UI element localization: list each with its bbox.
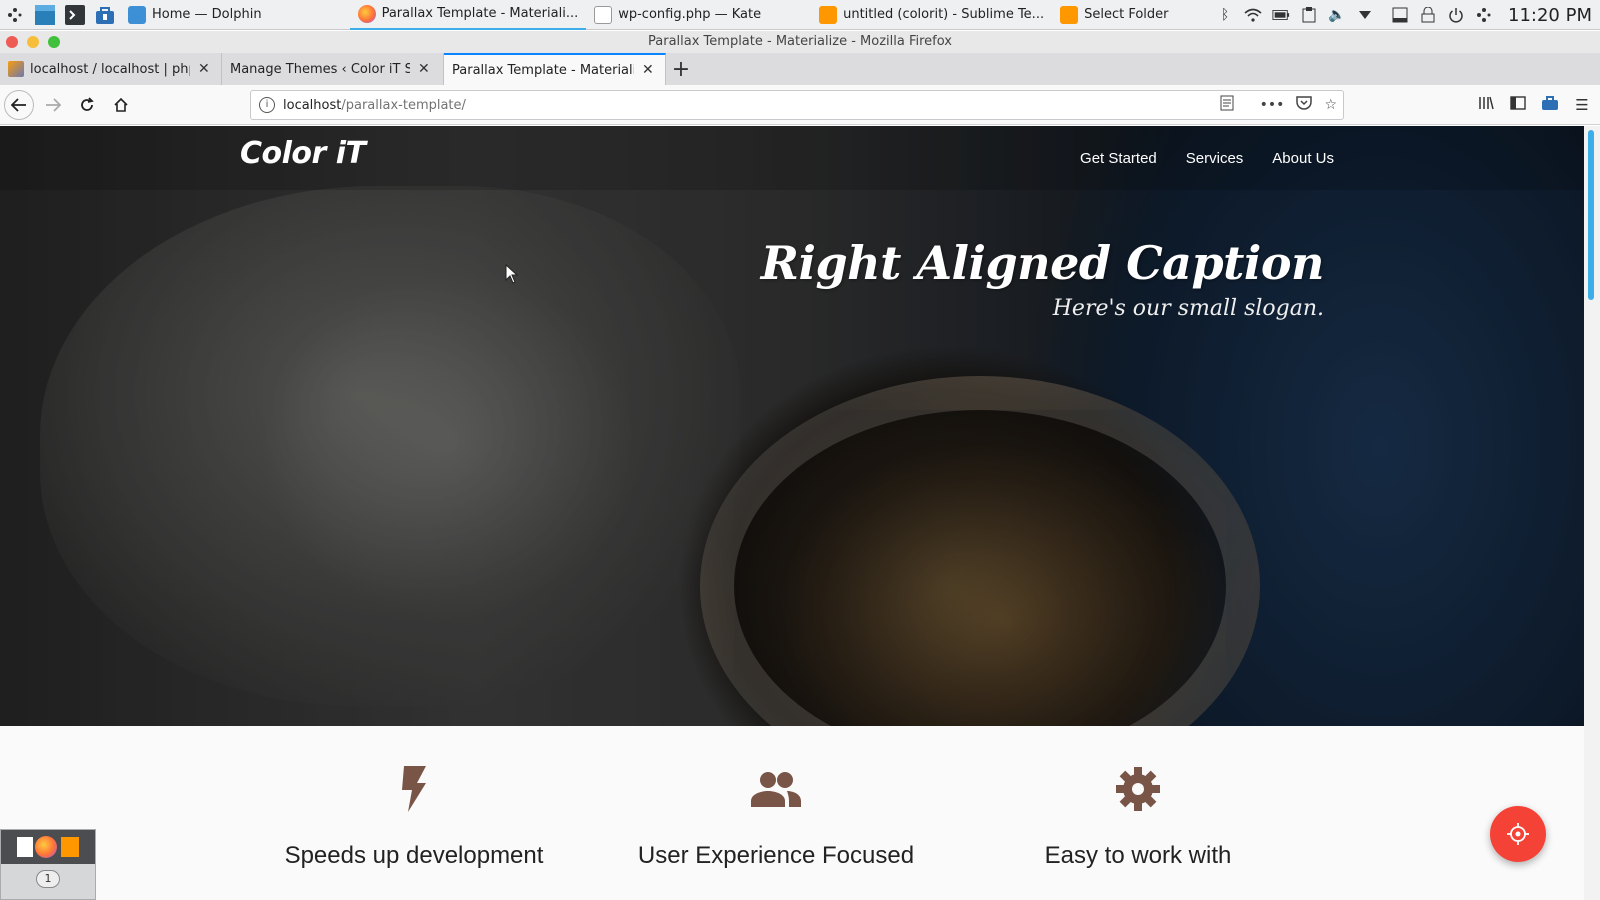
task-select-folder[interactable]: Select Folder xyxy=(1052,0,1176,30)
page-viewport: Color iT Get Started Services About Us R… xyxy=(0,126,1584,900)
task-firefox[interactable]: Parallax Template - Materiali... xyxy=(349,0,587,30)
firefox-icon xyxy=(35,836,57,858)
features-section: Speeds up development User Experience Fo… xyxy=(0,726,1584,900)
kde-taskbar: Home — Dolphin Parallax Template - Mater… xyxy=(0,0,1600,30)
pocket-icon[interactable] xyxy=(1296,96,1313,114)
volume-icon[interactable]: 🔈 xyxy=(1328,6,1346,24)
caption-title: Right Aligned Caption xyxy=(760,236,1325,290)
sublime-icon xyxy=(1060,5,1079,24)
phpmyadmin-icon xyxy=(8,61,24,77)
tray-expand-icon[interactable] xyxy=(1356,6,1374,24)
minimize-window-button[interactable] xyxy=(27,36,39,48)
sidebar-toggle-icon[interactable] xyxy=(1502,96,1534,114)
url-text[interactable]: localhost/parallax-template/ xyxy=(283,98,466,113)
extension-icon[interactable] xyxy=(1534,95,1566,115)
power-icon[interactable] xyxy=(1447,6,1465,24)
folder-icon xyxy=(128,5,146,24)
floating-action-button[interactable] xyxy=(1490,806,1546,862)
reader-view-icon[interactable] xyxy=(1220,95,1234,115)
settings-icon xyxy=(1116,767,1160,811)
task-dolphin[interactable]: Home — Dolphin xyxy=(120,0,270,30)
bookmark-star-icon[interactable]: ☆ xyxy=(1324,97,1337,113)
sublime-icon xyxy=(61,837,79,857)
tab-strip: localhost / localhost | phpM ✕ Manage Th… xyxy=(0,53,1600,85)
close-tab-icon[interactable]: ✕ xyxy=(642,62,654,78)
discover-icon[interactable] xyxy=(94,4,116,26)
feature-easy: Easy to work with xyxy=(958,764,1318,870)
nav-services[interactable]: Services xyxy=(1186,150,1244,167)
flash-icon xyxy=(402,766,426,812)
window-controls xyxy=(6,36,69,48)
tab-parallax-template[interactable]: Parallax Template - Materialize ✕ xyxy=(444,53,666,85)
terminal-icon[interactable] xyxy=(64,4,86,26)
feature-speed: Speeds up development xyxy=(234,764,594,870)
clock[interactable]: 11:20 PM xyxy=(1508,5,1592,26)
site-menu: Get Started Services About Us xyxy=(1051,126,1334,190)
parallax-hero: Color iT Get Started Services About Us R… xyxy=(0,126,1584,726)
mouse-cursor-icon xyxy=(505,264,519,284)
task-kate[interactable]: wp-config.php — Kate xyxy=(586,0,769,30)
site-info-icon[interactable]: i xyxy=(259,97,275,113)
navigation-toolbar: i localhost/parallax-template/ ••• ☆ ☰ xyxy=(0,85,1600,125)
hero-caption: Right Aligned Caption Here's our small s… xyxy=(760,236,1325,321)
battery-icon[interactable] xyxy=(1272,6,1290,24)
maximize-window-button[interactable] xyxy=(48,36,60,48)
home-button[interactable] xyxy=(106,90,136,120)
show-desktop-icon[interactable] xyxy=(34,4,56,26)
wifi-icon[interactable] xyxy=(1244,6,1262,24)
site-navbar: Color iT Get Started Services About Us xyxy=(0,126,1584,190)
site-logo[interactable]: Color iT xyxy=(240,136,366,171)
forward-button[interactable] xyxy=(38,90,68,120)
scrollbar-thumb[interactable] xyxy=(1588,130,1594,300)
task-sublime[interactable]: untitled (colorit) - Sublime Te... xyxy=(811,0,1052,30)
group-icon xyxy=(751,772,801,807)
reload-button[interactable] xyxy=(72,90,102,120)
sublime-icon xyxy=(819,5,838,24)
back-button[interactable] xyxy=(4,89,34,120)
page-scrollbar[interactable] xyxy=(1584,126,1600,900)
desktop-pager[interactable]: 1 xyxy=(0,829,96,900)
new-tab-button[interactable]: + xyxy=(666,53,696,85)
caption-slogan: Here's our small slogan. xyxy=(1052,296,1324,321)
gps-target-icon xyxy=(1507,823,1529,845)
library-icon[interactable] xyxy=(1470,96,1502,114)
clipboard-icon[interactable] xyxy=(1300,6,1318,24)
firefox-icon xyxy=(357,4,376,23)
text-file-icon xyxy=(594,5,613,24)
text-file-icon xyxy=(17,837,33,857)
page-actions-icon[interactable]: ••• xyxy=(1260,97,1285,113)
close-tab-icon[interactable]: ✕ xyxy=(198,61,210,77)
tab-manage-themes[interactable]: Manage Themes ‹ Color iT Solu ✕ xyxy=(222,53,444,85)
bluetooth-icon[interactable]: ᛒ xyxy=(1216,6,1234,24)
system-tray: ᛒ 🔈 11:20 PM xyxy=(1211,0,1600,30)
window-titlebar: Parallax Template - Materialize - Mozill… xyxy=(0,31,1600,53)
app-launcher-icon[interactable] xyxy=(4,4,26,26)
menu-icon[interactable]: ☰ xyxy=(1566,96,1598,114)
nav-about-us[interactable]: About Us xyxy=(1272,150,1334,167)
nav-get-started[interactable]: Get Started xyxy=(1080,150,1157,167)
lock-icon[interactable] xyxy=(1419,6,1437,24)
activities-icon[interactable] xyxy=(1475,6,1493,24)
window-icon[interactable] xyxy=(1391,6,1409,24)
feature-ux: User Experience Focused xyxy=(596,764,956,870)
desktop-number[interactable]: 1 xyxy=(36,870,60,888)
tab-phpmyadmin[interactable]: localhost / localhost | phpM ✕ xyxy=(0,53,222,85)
close-window-button[interactable] xyxy=(6,36,18,48)
window-title: Parallax Template - Materialize - Mozill… xyxy=(648,34,952,49)
url-bar[interactable]: i localhost/parallax-template/ ••• ☆ xyxy=(250,90,1344,120)
close-tab-icon[interactable]: ✕ xyxy=(418,61,430,77)
